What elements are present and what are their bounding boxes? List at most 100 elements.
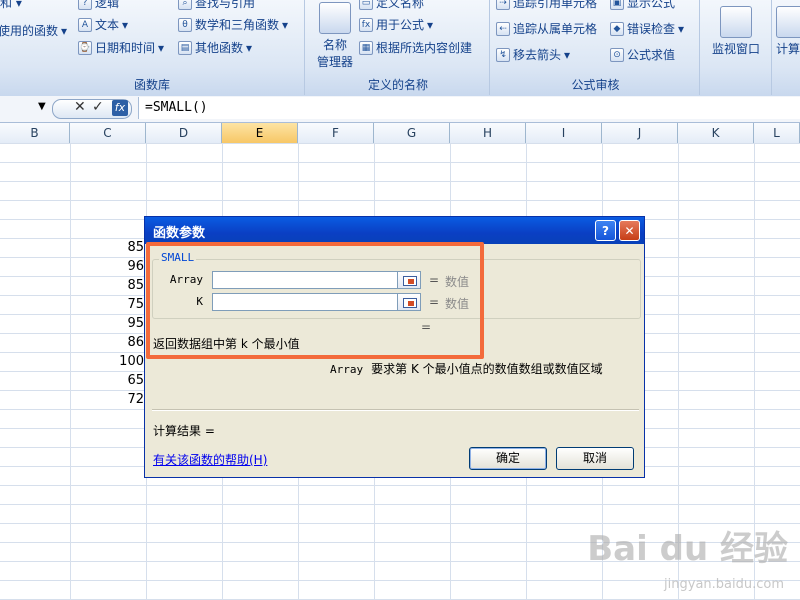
highlight-annotation-box bbox=[146, 242, 484, 359]
column-header[interactable]: C bbox=[70, 123, 146, 143]
ribbon-item-math[interactable]: θ 数学和三角函数 ▾ bbox=[178, 16, 288, 33]
column-header[interactable]: F bbox=[298, 123, 374, 143]
cell-c[interactable]: 95 bbox=[74, 316, 144, 331]
ribbon-item-show-formulas[interactable]: ▣ 显示公式 bbox=[610, 0, 675, 11]
dialog-title: 函数参数 bbox=[153, 226, 206, 241]
ribbon-group-formula-auditing: ⇢ 追踪引用单元格 ⇠ 追踪从属单元格 ↯ 移去箭头 ▾ ▣ 显示公式 ◆ 错误检查 ▾ ⊙ 公… bbox=[492, 0, 700, 95]
ribbon-item-trace-precedents[interactable]: ⇢ 追踪引用单元格 bbox=[496, 0, 597, 11]
use-in-formula-label: 用于公式 bbox=[376, 18, 425, 32]
text-icon: A bbox=[78, 17, 92, 32]
column-header-selected[interactable]: E bbox=[222, 123, 298, 143]
cell-c[interactable]: 72 bbox=[74, 392, 144, 407]
ribbon-item-error-checking[interactable]: ◆ 错误检查 ▾ bbox=[610, 20, 684, 37]
math-icon: θ bbox=[178, 17, 192, 32]
dropdown-caret-icon: ▾ bbox=[427, 17, 434, 32]
more-functions-icon: ▤ bbox=[178, 40, 192, 55]
cell-c[interactable]: 100 bbox=[74, 354, 144, 369]
argument-description-text: 要求第 K 个最小值点的数值数组或数值区域 bbox=[371, 362, 603, 376]
name-box-dropdown-icon[interactable]: ▼ bbox=[38, 101, 46, 112]
remove-arrows-label: 移去箭头 bbox=[513, 48, 562, 62]
ribbon-item-create-from-selection[interactable]: ▦ 根据所选内容创建 bbox=[359, 39, 472, 56]
define-name-label: 定义名称 bbox=[376, 0, 425, 10]
cell-c[interactable]: 65 bbox=[74, 373, 144, 388]
ribbon-divider bbox=[771, 0, 772, 95]
column-header[interactable]: H bbox=[450, 123, 526, 143]
ribbon-item-datetime[interactable]: ⌚ 日期和时间 ▾ bbox=[78, 39, 164, 56]
text-label: 文本 bbox=[95, 18, 120, 32]
cell-c[interactable]: 85 bbox=[74, 240, 144, 255]
baidu-watermark-url: jingyan.baidu.com bbox=[664, 577, 784, 592]
ribbon-item-trace-dependents[interactable]: ⇠ 追踪从属单元格 bbox=[496, 20, 597, 37]
calculation-label: 计算 bbox=[776, 42, 800, 56]
dropdown-caret-icon: ▾ bbox=[61, 23, 68, 38]
cell-c[interactable]: 86 bbox=[74, 335, 144, 350]
ribbon-item-remove-arrows[interactable]: ↯ 移去箭头 ▾ bbox=[496, 46, 570, 63]
watch-window-icon bbox=[720, 6, 752, 38]
ribbon-item-use-in-formula[interactable]: fx 用于公式 ▾ bbox=[359, 16, 433, 33]
ribbon-item-lookup[interactable]: ⌕ 查找与引用 bbox=[178, 0, 255, 11]
more-functions-label: 其他函数 bbox=[195, 41, 244, 55]
group-title-defined-names: 定义的名称 bbox=[367, 78, 428, 92]
create-from-selection-label: 根据所选内容创建 bbox=[376, 41, 473, 55]
ribbon-item-define-name[interactable]: ▭ 定义名称 bbox=[359, 0, 424, 11]
lookup-icon: ⌕ bbox=[178, 0, 192, 10]
cancel-button[interactable]: 取消 bbox=[556, 447, 634, 470]
column-header[interactable]: D bbox=[146, 123, 222, 143]
dropdown-caret-icon: ▾ bbox=[678, 21, 685, 36]
dropdown-caret-icon: ▾ bbox=[246, 40, 253, 55]
calculation-icon bbox=[776, 6, 800, 38]
dropdown-caret-icon: ▾ bbox=[122, 17, 129, 32]
recent-functions-label: 使用的函数 bbox=[0, 24, 59, 38]
column-header[interactable]: K bbox=[678, 123, 754, 143]
ribbon-item-logical[interactable]: ? 逻辑 bbox=[78, 0, 119, 11]
ribbon-item-recent[interactable]: 使用的函数 ▾ bbox=[0, 22, 67, 39]
group-title-formula-auditing: 公式审核 bbox=[571, 78, 620, 92]
ribbon-group-function-library: 和 ▾ 使用的函数 ▾ ? 逻辑 A 文本 ▾ ⌚ 日期和时间 ▾ ⌕ 查找与引用 θ 数学和三… bbox=[0, 0, 305, 95]
name-manager-icon bbox=[319, 2, 351, 34]
help-button[interactable]: ? bbox=[595, 220, 616, 241]
dropdown-caret-icon: ▾ bbox=[158, 40, 165, 55]
autosum-label: 和 ▾ bbox=[0, 0, 22, 10]
dialog-title-bar[interactable]: 函数参数 ? ✕ bbox=[145, 217, 644, 244]
ribbon-item-more[interactable]: ▤ 其他函数 ▾ bbox=[178, 39, 252, 56]
error-checking-label: 错误检查 bbox=[627, 22, 676, 36]
datetime-label: 日期和时间 bbox=[95, 41, 156, 55]
trace-precedents-icon: ⇢ bbox=[496, 0, 510, 10]
name-manager-label: 名称 管理器 bbox=[316, 38, 353, 69]
show-formulas-label: 显示公式 bbox=[627, 0, 676, 10]
ribbon-item-autosum-partial[interactable]: 和 ▾ bbox=[0, 0, 22, 11]
ribbon-group-defined-names: 名称 管理器 ▭ 定义名称 fx 用于公式 ▾ ▦ 根据所选内容创建 定义的名称 bbox=[307, 0, 490, 95]
cancel-entry-icon[interactable]: ✕ bbox=[74, 99, 86, 115]
cell-c[interactable]: 96 bbox=[74, 259, 144, 274]
logical-label: 逻辑 bbox=[95, 0, 120, 10]
cell-c[interactable]: 75 bbox=[74, 297, 144, 312]
cell-c[interactable]: 85 bbox=[74, 278, 144, 293]
enter-entry-icon[interactable]: ✓ bbox=[92, 99, 104, 115]
ok-button[interactable]: 确定 bbox=[469, 447, 547, 470]
column-header[interactable]: I bbox=[526, 123, 602, 143]
trace-dependents-icon: ⇠ bbox=[496, 21, 510, 36]
close-button[interactable]: ✕ bbox=[619, 220, 640, 241]
calculation-button[interactable]: 计算 bbox=[776, 6, 800, 57]
calculation-result: 计算结果 = bbox=[153, 424, 215, 438]
dropdown-caret-icon: ▾ bbox=[282, 17, 289, 32]
name-manager-button[interactable]: 名称 管理器 bbox=[311, 2, 359, 70]
column-header[interactable]: L bbox=[754, 123, 800, 143]
trace-dependents-label: 追踪从属单元格 bbox=[513, 22, 598, 36]
column-header[interactable]: G bbox=[374, 123, 450, 143]
ribbon: 和 ▾ 使用的函数 ▾ ? 逻辑 A 文本 ▾ ⌚ 日期和时间 ▾ ⌕ 查找与引用 θ 数学和三… bbox=[0, 0, 800, 97]
column-header[interactable]: B bbox=[0, 123, 70, 143]
ribbon-item-evaluate-formula[interactable]: ⊙ 公式求值 bbox=[610, 46, 675, 63]
baidu-watermark-logo: Bai du 经验 bbox=[587, 529, 788, 569]
argument-description: Array 要求第 K 个最小值点的数值数组或数值区域 bbox=[330, 360, 603, 377]
watch-window-label: 监视窗口 bbox=[711, 42, 760, 56]
formula-input[interactable]: =SMALL() bbox=[138, 97, 800, 119]
evaluate-formula-label: 公式求值 bbox=[627, 48, 676, 62]
function-help-link[interactable]: 有关该函数的帮助(H) bbox=[153, 451, 267, 468]
ribbon-item-text[interactable]: A 文本 ▾ bbox=[78, 16, 128, 33]
column-header[interactable]: J bbox=[602, 123, 678, 143]
show-formulas-icon: ▣ bbox=[610, 0, 624, 10]
watch-window-button[interactable]: 监视窗口 bbox=[703, 6, 769, 57]
insert-function-icon[interactable]: fx bbox=[112, 100, 128, 116]
logical-icon: ? bbox=[78, 0, 92, 10]
